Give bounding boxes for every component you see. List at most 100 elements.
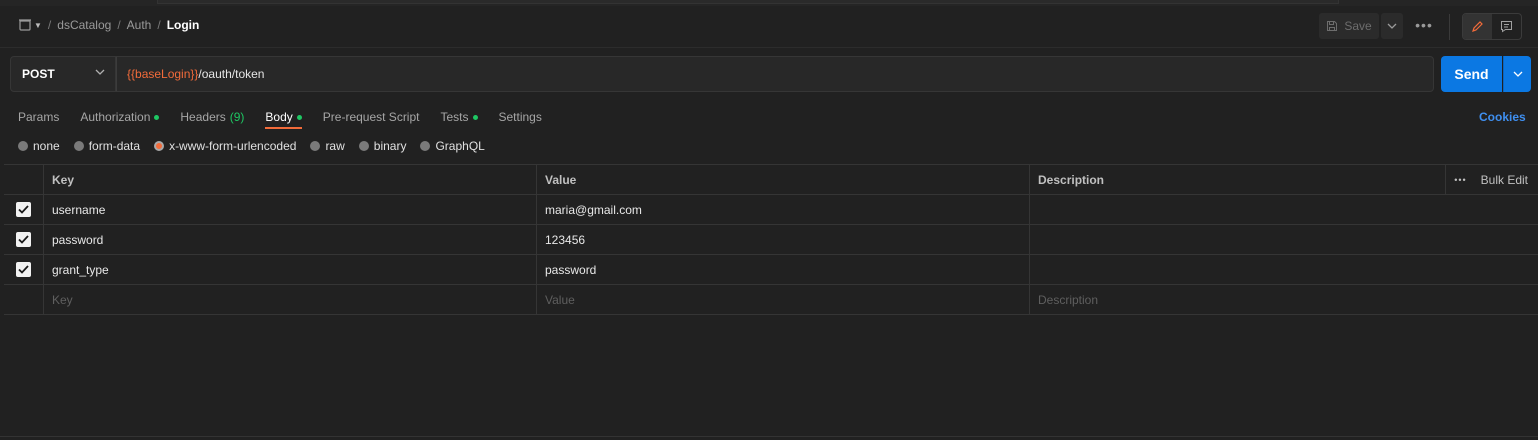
toolbar-divider bbox=[1449, 14, 1450, 40]
tab-pre-request-script[interactable]: Pre-request Script bbox=[323, 106, 420, 128]
table-row: username maria@gmail.com bbox=[4, 195, 1538, 225]
view-toggle bbox=[1462, 13, 1522, 40]
breadcrumb-folder[interactable]: Auth bbox=[127, 18, 152, 32]
url-variable: {{baseLogin}} bbox=[127, 67, 199, 81]
status-dot bbox=[296, 114, 302, 120]
tab-tests[interactable]: Tests bbox=[440, 106, 478, 128]
body-type-selector: none form-data x-www-form-urlencoded raw… bbox=[18, 139, 485, 153]
radio-button[interactable] bbox=[420, 141, 431, 151]
edit-mode-button[interactable] bbox=[1463, 14, 1492, 39]
chevron-down-icon bbox=[1513, 71, 1522, 77]
table-row: grant_type password bbox=[4, 255, 1538, 285]
bulk-edit-button[interactable]: Bulk Edit bbox=[1481, 173, 1528, 187]
body-type-urlencoded[interactable]: x-www-form-urlencoded bbox=[154, 139, 296, 153]
body-type-none[interactable]: none bbox=[18, 139, 60, 153]
value-cell[interactable]: 123456 bbox=[537, 225, 1030, 254]
body-type-label: binary bbox=[373, 139, 407, 153]
value-cell[interactable]: password bbox=[537, 255, 1030, 284]
body-type-binary[interactable]: binary bbox=[358, 139, 407, 153]
key-cell[interactable]: password bbox=[44, 225, 537, 254]
radio-button[interactable] bbox=[310, 141, 321, 151]
body-type-label: none bbox=[33, 139, 60, 153]
body-type-label: x-www-form-urlencoded bbox=[169, 139, 297, 153]
description-cell[interactable] bbox=[1030, 255, 1538, 284]
tab-label: Headers bbox=[180, 110, 226, 124]
breadcrumb-separator: / bbox=[117, 18, 121, 32]
more-options-button[interactable]: ••• bbox=[1412, 16, 1436, 36]
method-label: POST bbox=[22, 67, 55, 81]
description-input[interactable]: Description bbox=[1030, 285, 1538, 314]
tab-label: Authorization bbox=[80, 110, 151, 124]
request-tabs: Params Authorization Headers (9) Body Pre… bbox=[18, 106, 542, 129]
row-checkbox[interactable] bbox=[16, 262, 31, 277]
radio-button[interactable] bbox=[18, 141, 28, 151]
bottom-divider bbox=[0, 436, 1538, 437]
table-row-new: Key Value Description bbox=[4, 285, 1538, 315]
method-select[interactable]: POST bbox=[10, 56, 116, 92]
save-icon bbox=[1327, 21, 1338, 31]
row-checkbox-cell bbox=[4, 285, 44, 314]
chevron-down-icon bbox=[95, 69, 105, 75]
body-type-graphql[interactable]: GraphQL bbox=[420, 139, 485, 153]
breadcrumb-separator: / bbox=[157, 18, 161, 32]
tab-strip-frame bbox=[157, 0, 1339, 4]
checkbox-column-header bbox=[4, 165, 44, 194]
value-input[interactable]: Value bbox=[537, 285, 1030, 314]
breadcrumb-separator: / bbox=[47, 18, 52, 32]
breadcrumb: ▼ / dsCatalog / Auth / Login bbox=[18, 18, 199, 32]
body-type-raw[interactable]: raw bbox=[310, 139, 345, 153]
column-header-description: Description bbox=[1030, 165, 1446, 194]
table-header-row: Key Value Description ••• Bulk Edit bbox=[4, 165, 1538, 195]
chevron-down-icon[interactable]: ▼ bbox=[34, 21, 42, 30]
comment-icon bbox=[1501, 21, 1512, 33]
key-cell[interactable]: username bbox=[44, 195, 537, 224]
row-checkbox-cell bbox=[4, 195, 44, 224]
radio-button-selected[interactable] bbox=[154, 141, 165, 151]
body-type-label: GraphQL bbox=[435, 139, 485, 153]
collection-icon[interactable] bbox=[18, 18, 32, 32]
description-cell[interactable] bbox=[1030, 225, 1538, 254]
radio-button[interactable] bbox=[358, 141, 369, 151]
tab-settings[interactable]: Settings bbox=[499, 106, 542, 128]
cookies-link[interactable]: Cookies bbox=[1479, 106, 1526, 128]
pencil-icon bbox=[1472, 21, 1483, 32]
tab-label: Tests bbox=[440, 110, 469, 124]
url-path: /oauth/token bbox=[198, 67, 265, 81]
checkmark-icon bbox=[18, 205, 29, 214]
column-header-key: Key bbox=[44, 165, 537, 194]
value-cell[interactable]: maria@gmail.com bbox=[537, 195, 1030, 224]
radio-button[interactable] bbox=[73, 141, 84, 151]
tab-headers[interactable]: Headers (9) bbox=[180, 106, 244, 128]
tab-authorization[interactable]: Authorization bbox=[80, 106, 160, 128]
row-checkbox[interactable] bbox=[16, 202, 31, 217]
body-type-label: raw bbox=[325, 139, 345, 153]
body-type-form-data[interactable]: form-data bbox=[73, 139, 141, 153]
more-options-button[interactable]: ••• bbox=[1454, 175, 1466, 185]
url-input[interactable]: {{baseLogin}}/oauth/token bbox=[116, 56, 1434, 92]
tab-label: Pre-request Script bbox=[322, 110, 420, 124]
send-options-button[interactable] bbox=[1503, 56, 1531, 92]
body-type-label: form-data bbox=[88, 139, 141, 153]
save-button[interactable]: Save bbox=[1319, 13, 1379, 39]
tab-label: Body bbox=[265, 110, 293, 124]
tab-label: Settings bbox=[498, 110, 542, 124]
tab-body[interactable]: Body bbox=[265, 106, 303, 129]
comments-button[interactable] bbox=[1492, 14, 1521, 39]
tab-label: Params bbox=[18, 110, 60, 124]
column-header-value: Value bbox=[537, 165, 1030, 194]
table-actions: ••• Bulk Edit bbox=[1446, 165, 1538, 194]
breadcrumb-collection[interactable]: dsCatalog bbox=[57, 18, 111, 32]
key-input[interactable]: Key bbox=[44, 285, 537, 314]
send-button[interactable]: Send bbox=[1441, 56, 1502, 92]
key-cell[interactable]: grant_type bbox=[44, 255, 537, 284]
save-label: Save bbox=[1344, 19, 1372, 33]
description-cell[interactable] bbox=[1030, 195, 1538, 224]
save-options-button[interactable] bbox=[1381, 13, 1403, 39]
tab-count: (9) bbox=[229, 110, 245, 124]
tab-params[interactable]: Params bbox=[18, 106, 59, 128]
breadcrumb-request[interactable]: Login bbox=[167, 18, 200, 32]
row-checkbox[interactable] bbox=[16, 232, 31, 247]
row-checkbox-cell bbox=[4, 225, 44, 254]
table-row: password 123456 bbox=[4, 225, 1538, 255]
chevron-down-icon bbox=[1387, 23, 1397, 29]
